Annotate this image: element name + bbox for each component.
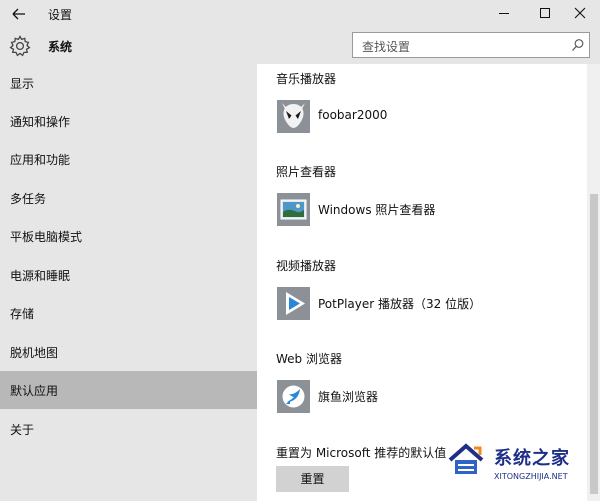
sidebar-item-notifications[interactable]: 通知和操作 (0, 102, 257, 140)
sidebar-item-power-sleep[interactable]: 电源和睡眠 (0, 256, 257, 294)
watermark-brand: 系统之家 (494, 448, 570, 469)
sidebar: 显示 通知和操作 应用和功能 多任务 平板电脑模式 电源和睡眠 存储 脱机地图 … (0, 64, 257, 501)
search-placeholder: 查找设置 (362, 40, 411, 54)
maximize-button[interactable] (524, 0, 564, 28)
title-bar: 设置 (0, 0, 600, 28)
app-name: foobar2000 (318, 108, 388, 122)
sidebar-item-label: 通知和操作 (10, 115, 71, 129)
back-button[interactable] (7, 3, 31, 25)
app-name: Windows 照片查看器 (318, 203, 436, 217)
house-logo-icon (448, 443, 484, 474)
section-title-video: 视频播放器 (276, 259, 337, 273)
reset-button[interactable]: 重置 (276, 466, 349, 492)
sailfish-browser-icon (277, 380, 310, 413)
app-name: 旗鱼浏览器 (318, 390, 379, 404)
photo-viewer-picker[interactable]: Windows 照片查看器 (276, 193, 566, 227)
sidebar-item-label: 显示 (10, 77, 35, 91)
video-player-picker[interactable]: PotPlayer 播放器（32 位版） (276, 287, 566, 321)
close-button[interactable] (561, 0, 600, 28)
sidebar-item-about[interactable]: 关于 (0, 410, 257, 448)
sidebar-item-label: 多任务 (10, 192, 47, 206)
foobar-alien-icon (277, 100, 310, 133)
sidebar-item-label: 存储 (10, 307, 35, 321)
sidebar-item-label: 脱机地图 (10, 346, 59, 360)
page-title: 系统 (48, 40, 73, 54)
sidebar-item-label: 应用和功能 (10, 153, 71, 167)
sidebar-item-storage[interactable]: 存储 (0, 294, 257, 332)
sidebar-item-display[interactable]: 显示 (0, 64, 257, 102)
close-icon (574, 7, 586, 19)
minimize-button[interactable] (484, 0, 524, 28)
search-input[interactable]: 查找设置 (352, 32, 590, 58)
music-player-picker[interactable]: foobar2000 (276, 100, 566, 134)
settings-header: 系统 查找设置 (0, 28, 600, 64)
sidebar-item-label: 默认应用 (10, 384, 59, 398)
sidebar-item-apps-features[interactable]: 应用和功能 (0, 140, 257, 178)
watermark-url: XITONGZHIJIA.NET (494, 472, 568, 481)
reset-label: 重置为 Microsoft 推荐的默认值 (276, 446, 447, 460)
app-name: PotPlayer 播放器（32 位版） (318, 297, 482, 311)
photo-viewer-icon (277, 193, 310, 226)
window-title: 设置 (48, 8, 73, 22)
play-icon (277, 287, 310, 320)
maximize-icon (540, 8, 550, 18)
sidebar-item-label: 关于 (10, 423, 35, 437)
web-browser-picker[interactable]: 旗鱼浏览器 (276, 380, 566, 414)
section-title-web: Web 浏览器 (276, 352, 342, 366)
sidebar-item-multitasking[interactable]: 多任务 (0, 179, 257, 217)
section-title-photo: 照片查看器 (276, 165, 337, 179)
sidebar-item-label: 平板电脑模式 (10, 230, 83, 244)
minimize-icon (499, 13, 509, 14)
section-title-music: 音乐播放器 (276, 72, 337, 86)
search-icon[interactable] (571, 38, 585, 52)
arrow-left-icon (12, 8, 25, 20)
site-watermark: 系统之家 XITONGZHIJIA.NET (440, 438, 600, 501)
sidebar-item-label: 电源和睡眠 (10, 269, 71, 283)
sidebar-item-tablet-mode[interactable]: 平板电脑模式 (0, 217, 257, 255)
sidebar-item-default-apps[interactable]: 默认应用 (0, 371, 257, 409)
default-apps-panel: 音乐播放器 foobar2000 照片查看器 Windows 照片查看器 视频播… (257, 64, 587, 501)
gear-icon (9, 35, 31, 57)
scrollbar[interactable] (587, 64, 600, 501)
sidebar-item-offline-maps[interactable]: 脱机地图 (0, 333, 257, 371)
